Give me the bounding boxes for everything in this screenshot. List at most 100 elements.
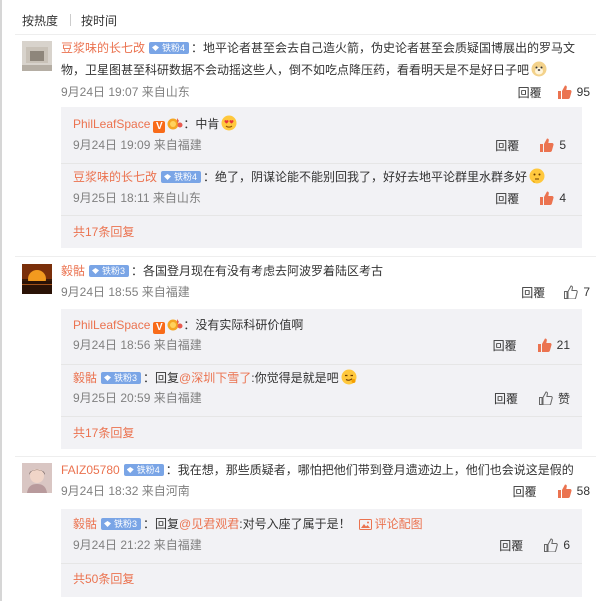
reply-button[interactable]: 回覆 bbox=[518, 84, 542, 101]
heart-eyes-emoji-icon bbox=[221, 115, 237, 131]
reply-list: PhilLeafSpace V ：中肯 9月24日 19:09 来自福建 回覆 5 … bbox=[61, 107, 582, 248]
sort-bar: 按热度 按时间 bbox=[22, 11, 117, 29]
sort-by-time[interactable]: 按时间 bbox=[81, 12, 117, 29]
reply-divider bbox=[61, 563, 582, 564]
reply-date: 9月25日 18:11 bbox=[73, 191, 150, 205]
medal-icon bbox=[167, 118, 183, 130]
like-button[interactable]: 赞 bbox=[538, 390, 570, 407]
reply-username[interactable]: 豆浆味的长七改 bbox=[73, 170, 157, 184]
reply-actions: 回覆 21 bbox=[493, 336, 570, 354]
like-count: 赞 bbox=[557, 391, 570, 406]
reply-content: :对号入座了属于是！ bbox=[239, 517, 351, 531]
mention-link[interactable]: @见君观君 bbox=[179, 517, 239, 531]
comment-actions: 回覆 7 bbox=[521, 283, 590, 301]
reply-date: 9月24日 21:22 bbox=[73, 538, 151, 552]
reply-username[interactable]: PhilLeafSpace bbox=[73, 117, 150, 131]
reply-list: PhilLeafSpace V ：没有实际科研价值啊 9月24日 18:56 来自福… bbox=[61, 309, 582, 449]
thumbs-up-icon bbox=[557, 484, 572, 498]
reply-date: 9月24日 18:56 bbox=[73, 338, 151, 352]
sort-separator bbox=[70, 14, 72, 26]
reply-button[interactable]: 回覆 bbox=[513, 483, 537, 500]
like-count: 5 bbox=[559, 138, 566, 152]
comment-meta: 9月24日 18:55 来自福建 bbox=[61, 283, 190, 301]
reply-text: PhilLeafSpace V ：没有实际科研价值啊 bbox=[73, 314, 572, 336]
reply-meta: 9月24日 19:09 来自福建 bbox=[73, 136, 202, 154]
reply-content: ：绝了，阴谋论能不能别回我了，好好去地平论群里水群多好 bbox=[203, 170, 528, 184]
divider bbox=[15, 34, 596, 35]
comment-location: 来自福建 bbox=[141, 285, 190, 299]
reply-prefix: ：回复 bbox=[143, 517, 180, 531]
comment-location: 来自山东 bbox=[141, 85, 190, 99]
like-count: 21 bbox=[556, 338, 570, 352]
divider bbox=[15, 256, 596, 257]
reply-divider bbox=[61, 416, 582, 417]
reply-button[interactable]: 回覆 bbox=[499, 537, 523, 554]
fan-badge: 铁粉3 bbox=[89, 265, 130, 277]
reply-text: 豆浆味的长七改 铁粉4 ：绝了，阴谋论能不能别回我了，好好去地平论群里水群多好 bbox=[73, 166, 572, 188]
reply-date: 9月24日 19:09 bbox=[73, 138, 151, 152]
comment-date: 9月24日 18:55 bbox=[61, 285, 139, 299]
fan-badge: 铁粉4 bbox=[161, 171, 202, 183]
like-button[interactable]: 58 bbox=[557, 484, 590, 498]
reply-content: ：没有实际科研价值啊 bbox=[183, 318, 304, 332]
like-button[interactable]: 6 bbox=[543, 538, 570, 552]
reply-text: PhilLeafSpace V ：中肯 bbox=[73, 113, 572, 135]
more-replies-link[interactable]: 共17条回复 bbox=[73, 424, 134, 442]
reply-location: 来自福建 bbox=[153, 338, 202, 352]
thumbs-up-icon bbox=[540, 138, 554, 152]
like-count: 6 bbox=[563, 538, 570, 552]
more-replies-link[interactable]: 共50条回复 bbox=[73, 570, 134, 588]
verified-v-icon: V bbox=[153, 322, 166, 334]
username[interactable]: 毅骷 bbox=[61, 264, 85, 278]
like-button[interactable]: 21 bbox=[537, 338, 570, 352]
like-button[interactable]: 95 bbox=[557, 85, 590, 99]
reply-actions: 回覆 6 bbox=[499, 536, 570, 554]
avatar[interactable] bbox=[22, 264, 52, 294]
thumbs-up-icon bbox=[538, 391, 553, 405]
divider bbox=[15, 456, 596, 457]
comment-text: 毅骷 铁粉3 ：各国登月现在有没有考虑去阿波罗着陆区考古 bbox=[61, 260, 588, 282]
reply-meta: 9月25日 18:11 来自山东 bbox=[73, 189, 201, 207]
reply-button[interactable]: 回覆 bbox=[493, 337, 517, 354]
username[interactable]: 豆浆味的长七改 bbox=[61, 41, 145, 55]
more-replies-link[interactable]: 共17条回复 bbox=[73, 223, 134, 241]
like-count: 95 bbox=[576, 85, 590, 99]
mention-link[interactable]: @深圳下雪了 bbox=[179, 371, 251, 385]
reply-button[interactable]: 回覆 bbox=[495, 190, 519, 207]
comment-actions: 回覆 95 bbox=[518, 83, 590, 101]
reply-location: 来自福建 bbox=[153, 391, 202, 405]
reply-location: 来自福建 bbox=[153, 538, 202, 552]
reply-button[interactable]: 回覆 bbox=[521, 284, 545, 301]
comment-date: 9月24日 19:07 bbox=[61, 85, 139, 99]
comment-location: 来自河南 bbox=[141, 484, 190, 498]
smirk-emoji-icon bbox=[341, 369, 357, 385]
reply-location: 来自福建 bbox=[153, 138, 202, 152]
reply-actions: 回覆 赞 bbox=[494, 389, 570, 407]
thumbs-up-icon bbox=[557, 85, 572, 99]
comment-meta: 9月24日 18:32 来自河南 bbox=[61, 482, 190, 500]
comment-date: 9月24日 18:32 bbox=[61, 484, 139, 498]
like-button[interactable]: 7 bbox=[563, 285, 590, 299]
fan-badge: 铁粉4 bbox=[149, 42, 190, 54]
reply-meta: 9月24日 21:22 来自福建 bbox=[73, 536, 202, 554]
reply-actions: 回覆 5 bbox=[495, 136, 566, 154]
reply-button[interactable]: 回覆 bbox=[494, 390, 518, 407]
reply-divider bbox=[61, 364, 582, 365]
like-button[interactable]: 4 bbox=[539, 191, 566, 205]
username[interactable]: FAIZ05780 bbox=[61, 463, 120, 477]
avatar[interactable] bbox=[22, 463, 52, 493]
doge-emoji-icon bbox=[531, 61, 547, 77]
reply-username[interactable]: PhilLeafSpace bbox=[73, 318, 150, 332]
reply-list: 毅骷 铁粉3 ：回复@见君观君:对号入座了属于是！ 评论配图 9月24日 21:22 … bbox=[61, 509, 582, 597]
reply-button[interactable]: 回覆 bbox=[495, 137, 519, 154]
reply-meta: 9月25日 20:59 来自福建 bbox=[73, 389, 202, 407]
reply-content: ：中肯 bbox=[183, 117, 220, 131]
reply-username[interactable]: 毅骷 bbox=[73, 371, 97, 385]
reply-username[interactable]: 毅骷 bbox=[73, 517, 97, 531]
comment-image-label: 评论配图 bbox=[374, 517, 423, 531]
comment-image-link[interactable]: 评论配图 bbox=[358, 517, 423, 531]
sort-by-hot[interactable]: 按热度 bbox=[22, 12, 58, 29]
reply-actions: 回覆 4 bbox=[495, 189, 566, 207]
avatar[interactable] bbox=[22, 41, 52, 71]
like-button[interactable]: 5 bbox=[539, 138, 566, 152]
